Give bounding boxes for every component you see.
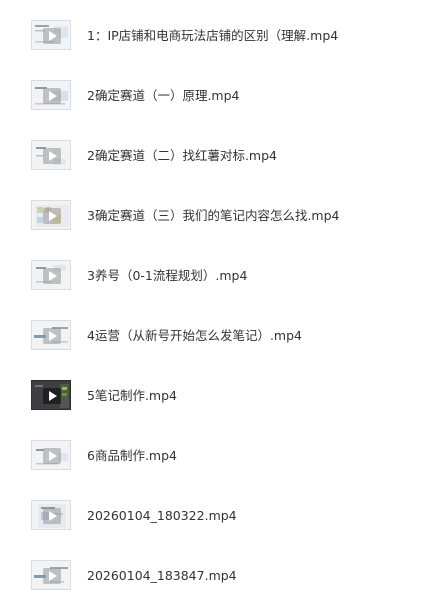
video-thumbnail[interactable] <box>31 260 71 290</box>
play-icon <box>43 88 61 104</box>
file-item[interactable]: 20260104_180322.mp4 <box>0 494 424 538</box>
video-thumbnail[interactable] <box>31 320 71 350</box>
file-name[interactable]: 6商品制作.mp4 <box>87 434 177 478</box>
video-thumbnail[interactable] <box>31 20 71 50</box>
file-item[interactable]: 3养号（0-1流程规划）.mp4 <box>0 254 424 298</box>
play-icon <box>43 568 61 584</box>
file-name[interactable]: 2确定赛道（一）原理.mp4 <box>87 74 240 118</box>
play-icon <box>43 448 61 464</box>
video-thumbnail[interactable] <box>31 380 71 410</box>
file-name[interactable]: 20260104_183847.mp4 <box>87 554 237 598</box>
file-name[interactable]: 5笔记制作.mp4 <box>87 374 177 418</box>
video-thumbnail[interactable] <box>31 440 71 470</box>
file-item[interactable]: 5笔记制作.mp4 <box>0 374 424 418</box>
file-name[interactable]: 3确定赛道（三）我们的笔记内容怎么找.mp4 <box>87 194 340 238</box>
play-icon <box>43 508 61 524</box>
file-item[interactable]: 3确定赛道（三）我们的笔记内容怎么找.mp4 <box>0 194 424 238</box>
file-item[interactable]: 2确定赛道（二）找红薯对标.mp4 <box>0 134 424 178</box>
video-thumbnail[interactable] <box>31 560 71 590</box>
file-name[interactable]: 4运营（从新号开始怎么发笔记）.mp4 <box>87 314 302 358</box>
file-name[interactable]: 3养号（0-1流程规划）.mp4 <box>87 254 247 298</box>
play-icon <box>43 268 61 284</box>
file-item[interactable]: 1：IP店铺和电商玩法店铺的区别（理解.mp4 <box>0 14 424 58</box>
play-icon <box>43 148 61 164</box>
file-list: 1：IP店铺和电商玩法店铺的区别（理解.mp4 2确定赛道（一）原理.mp4 2… <box>0 0 424 609</box>
file-name[interactable]: 1：IP店铺和电商玩法店铺的区别（理解.mp4 <box>87 14 338 58</box>
play-icon <box>43 28 61 44</box>
play-icon <box>43 328 61 344</box>
file-item[interactable]: 4运营（从新号开始怎么发笔记）.mp4 <box>0 314 424 358</box>
file-item[interactable]: 6商品制作.mp4 <box>0 434 424 478</box>
video-thumbnail[interactable] <box>31 140 71 170</box>
video-thumbnail[interactable] <box>31 80 71 110</box>
play-icon <box>43 388 61 404</box>
file-item[interactable]: 2确定赛道（一）原理.mp4 <box>0 74 424 118</box>
video-thumbnail[interactable] <box>31 200 71 230</box>
file-name[interactable]: 20260104_180322.mp4 <box>87 494 237 538</box>
video-thumbnail[interactable] <box>31 500 71 530</box>
file-item[interactable]: 20260104_183847.mp4 <box>0 554 424 598</box>
play-icon <box>43 208 61 224</box>
file-name[interactable]: 2确定赛道（二）找红薯对标.mp4 <box>87 134 277 178</box>
